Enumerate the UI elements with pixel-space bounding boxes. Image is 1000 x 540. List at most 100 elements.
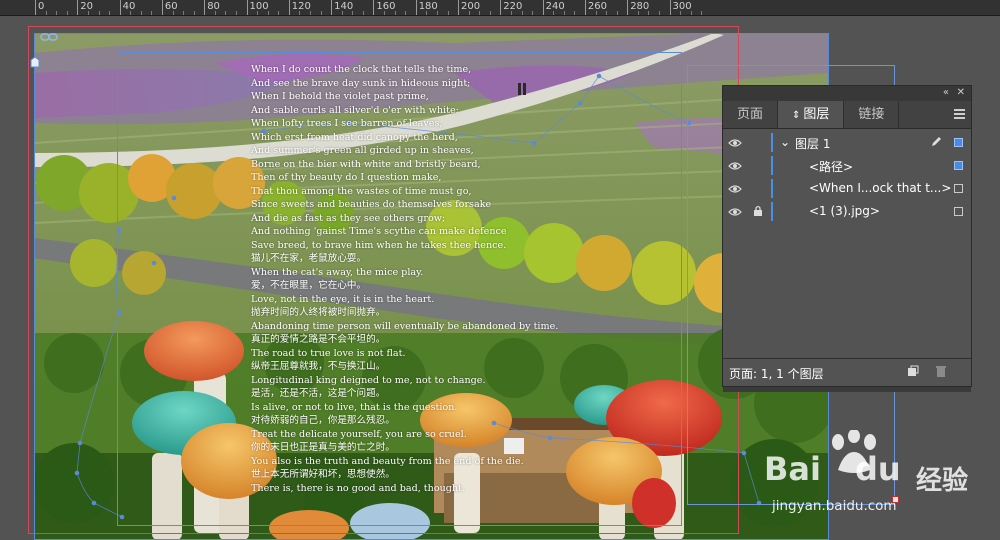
- ruler-minor-tick: [637, 11, 639, 15]
- collapse-panel-button[interactable]: «: [943, 87, 949, 98]
- ruler-major-tick: [542, 0, 544, 15]
- ruler-label: 80: [207, 1, 220, 12]
- panel-menu-icon[interactable]: [954, 109, 965, 119]
- expand-arrow-icon[interactable]: ⌄: [780, 135, 790, 149]
- poem-line: That thou among the wastes of time must …: [251, 185, 472, 197]
- tab-layers[interactable]: ⇕ 图层: [778, 101, 845, 128]
- panel-footer: 页面: 1, 1 个图层: [723, 358, 971, 386]
- ruler-minor-tick: [362, 11, 364, 15]
- lock-icon[interactable]: [753, 205, 763, 220]
- ruler-minor-tick: [426, 11, 428, 15]
- selection-square-icon[interactable]: [954, 161, 963, 170]
- ruler-minor-tick: [98, 11, 100, 15]
- ruler-minor-tick: [510, 11, 512, 15]
- ruler-minor-tick: [193, 11, 195, 15]
- frame-handle-icon[interactable]: [30, 53, 40, 68]
- ruler-label: 280: [630, 1, 650, 12]
- ruler-major-tick: [584, 0, 586, 15]
- ruler-minor-tick: [606, 11, 608, 15]
- panel-titlebar[interactable]: « ✕: [723, 86, 971, 101]
- poem-line: Borne on the bier with white and bristly…: [251, 158, 481, 170]
- layer-name[interactable]: 图层 1: [795, 135, 830, 152]
- ruler-minor-tick: [553, 11, 555, 15]
- selection-square-icon[interactable]: [954, 138, 963, 147]
- frame-corner-marker[interactable]: [892, 496, 899, 503]
- poem-text-frame[interactable]: When I do count the clock that tells the…: [251, 63, 558, 495]
- layer-color-bar: [771, 179, 773, 198]
- ruler-major-tick: [500, 0, 502, 15]
- selection-square-icon[interactable]: [954, 207, 963, 216]
- poem-line: 纵帝王屈尊就我，不与换江山。: [251, 361, 386, 372]
- poem-line: There is, there is no good and bad, thou…: [251, 482, 466, 494]
- ruler-minor-tick: [616, 11, 618, 15]
- tab-links-label: 链接: [858, 107, 885, 122]
- ruler-minor-tick: [341, 11, 343, 15]
- ruler-minor-tick: [436, 11, 438, 15]
- tab-links[interactable]: 链接: [844, 101, 900, 128]
- ruler-label: 60: [164, 1, 178, 12]
- ruler-major-tick: [331, 0, 333, 15]
- poem-line: And summer's green all girded up in shea…: [251, 145, 474, 156]
- horizontal-ruler[interactable]: 0 20 40 60 80 100 120 140 160 180 200 220 240 260 280 3…: [0, 0, 1000, 16]
- visibility-eye-icon[interactable]: [728, 206, 742, 220]
- ruler-major-tick: [246, 0, 248, 15]
- poem-line: When I do count the clock that tells the…: [251, 64, 472, 75]
- watermark-brand-part1: Bai: [764, 450, 821, 488]
- pen-icon: [930, 136, 942, 151]
- layers-sort-icon: ⇕: [792, 110, 801, 121]
- ruler-major-tick: [77, 0, 79, 15]
- poem-line: When lofty trees I see barren of leaves,: [251, 118, 443, 129]
- link-icon[interactable]: [40, 27, 58, 41]
- poem-line: 是活，还是不活，这是个问题。: [251, 388, 386, 399]
- ruler-minor-tick: [45, 11, 47, 15]
- layer-row-path[interactable]: <路径>: [723, 154, 971, 177]
- ruler-minor-tick: [352, 11, 354, 15]
- layer-color-bar: [771, 156, 773, 175]
- close-panel-button[interactable]: ✕: [957, 87, 965, 98]
- poem-line: You also is the truth and beauty from th…: [251, 455, 524, 467]
- ruler-minor-tick: [648, 11, 650, 15]
- layer-row-text[interactable]: <When I...ock that t...>: [723, 177, 971, 200]
- ruler-major-tick: [161, 0, 163, 15]
- ruler-major-tick: [458, 0, 459, 15]
- poem-line: When the cat's away, the mice play.: [251, 266, 424, 278]
- ruler-label: 260: [587, 1, 607, 12]
- layer-row-layer1[interactable]: ⌄ 图层 1: [723, 131, 971, 154]
- visibility-eye-icon[interactable]: [728, 137, 742, 151]
- visibility-eye-icon[interactable]: [728, 160, 742, 174]
- ruler-minor-tick: [680, 11, 682, 15]
- ruler-label: 160: [376, 1, 396, 12]
- ruler-major-tick: [119, 0, 121, 15]
- panel-scrollbar[interactable]: [723, 387, 971, 392]
- layer-name[interactable]: <When I...ock that t...>: [809, 181, 951, 195]
- ruler-major-tick: [35, 0, 36, 15]
- ruler-minor-tick: [140, 11, 142, 15]
- ruler-minor-tick: [236, 11, 237, 15]
- ruler-minor-tick: [278, 11, 280, 15]
- ruler-label: 240: [545, 1, 565, 12]
- new-layer-icon[interactable]: [907, 365, 919, 380]
- ruler-major-tick: [288, 0, 290, 15]
- selection-square-icon[interactable]: [954, 184, 963, 193]
- ruler-label: 180: [418, 1, 438, 12]
- layers-panel[interactable]: « ✕ 页面 ⇕ 图层 链接 ⌄ 图层 1 <路径> <When I...ock…: [722, 85, 972, 392]
- baidu-jingyan-watermark: Bai du 经验 jingyan.baidu.com: [764, 430, 1000, 520]
- layer-row-image[interactable]: <1 (3).jpg>: [723, 200, 971, 223]
- layer-name[interactable]: <路径>: [809, 158, 853, 175]
- poem-line: 世上本无所谓好和坏，思想使然。: [251, 469, 395, 480]
- poem-line: The road to true love is not flat.: [251, 347, 406, 359]
- poem-line: 抛弃时间的人终将被时间抛弃。: [251, 307, 386, 318]
- watermark-brand-part2: du: [854, 450, 901, 488]
- ruler-major-tick: [204, 0, 206, 15]
- trash-icon[interactable]: [935, 365, 947, 381]
- poem-line: When I behold the violet past prime,: [251, 91, 429, 102]
- ruler-label: 40: [122, 1, 136, 12]
- ruler-minor-tick: [151, 11, 153, 15]
- tab-pages[interactable]: 页面: [723, 101, 779, 128]
- layer-name[interactable]: <1 (3).jpg>: [809, 204, 880, 218]
- poem-line: 你的末日也正是真与美的亡之时。: [251, 442, 395, 453]
- tab-layers-label: 图层: [803, 107, 830, 122]
- ruler-minor-tick: [225, 11, 227, 15]
- poem-line: Longitudinal king deigned to me, not to …: [251, 374, 486, 386]
- visibility-eye-icon[interactable]: [728, 183, 742, 197]
